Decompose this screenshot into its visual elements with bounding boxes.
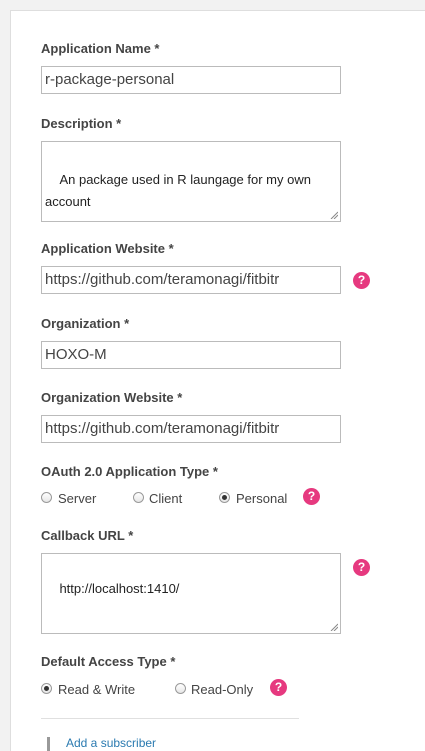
cut-off-heading: _ _ _ _ _ _ _ _: [121, 5, 205, 13]
description-textarea[interactable]: An package used in R laungage for my own…: [41, 141, 341, 222]
radio-server[interactable]: [41, 492, 52, 503]
description-label: Description *: [41, 116, 121, 131]
required-asterisk: *: [128, 528, 134, 543]
app-name-label: Application Name *: [41, 41, 159, 56]
required-asterisk: *: [124, 316, 130, 331]
org-website-label: Organization Website *: [41, 390, 182, 405]
help-icon[interactable]: ?: [353, 559, 370, 576]
access-type-radio-group: Read & Write Read-Only: [41, 682, 341, 700]
callback-url-label: Callback URL *: [41, 528, 133, 543]
resize-grip-icon[interactable]: [330, 623, 338, 631]
organization-label: Organization *: [41, 316, 129, 331]
app-website-value: https://github.com/teramonagi/fitbitr: [45, 271, 280, 288]
oauth-type-label: OAuth 2.0 Application Type *: [41, 464, 218, 479]
radio-read-only[interactable]: [175, 683, 186, 694]
help-icon[interactable]: ?: [303, 488, 320, 505]
required-asterisk: *: [154, 41, 160, 56]
organization-input[interactable]: HOXO-M: [41, 341, 341, 369]
callback-url-label-text: Callback URL: [41, 528, 125, 543]
access-type-label-text: Default Access Type: [41, 654, 167, 669]
radio-read-write[interactable]: [41, 683, 52, 694]
help-icon[interactable]: ?: [353, 272, 370, 289]
app-website-input[interactable]: https://github.com/teramonagi/fitbitr: [41, 266, 341, 294]
org-website-value: https://github.com/teramonagi/fitbitr: [45, 420, 280, 437]
radio-client[interactable]: [133, 492, 144, 503]
app-name-value: r-package-personal: [45, 71, 175, 88]
organization-value: HOXO-M: [45, 346, 107, 363]
org-website-label-text: Organization Website: [41, 390, 174, 405]
required-asterisk: *: [116, 116, 122, 131]
add-subscriber-link[interactable]: Add a subscriber: [66, 736, 156, 750]
app-website-label-text: Application Website: [41, 241, 165, 256]
help-icon[interactable]: ?: [270, 679, 287, 696]
access-type-label: Default Access Type *: [41, 654, 175, 669]
radio-client-label[interactable]: Client: [149, 491, 182, 506]
radio-read-write-label[interactable]: Read & Write: [58, 682, 135, 697]
callback-url-textarea[interactable]: http://localhost:1410/: [41, 553, 341, 634]
radio-personal-label[interactable]: Personal: [236, 491, 287, 506]
form-panel: _ _ _ _ _ _ _ _ Application Name * r-pac…: [10, 5, 425, 751]
section-divider: [41, 718, 299, 719]
callback-url-value: http://localhost:1410/: [59, 581, 180, 596]
app-name-input[interactable]: r-package-personal: [41, 66, 341, 94]
app-website-label: Application Website *: [41, 241, 174, 256]
required-asterisk: *: [170, 654, 176, 669]
oauth-type-label-text: OAuth 2.0 Application Type: [41, 464, 210, 479]
radio-personal[interactable]: [219, 492, 230, 503]
subscriber-marker: [47, 737, 50, 751]
org-website-input[interactable]: https://github.com/teramonagi/fitbitr: [41, 415, 341, 443]
description-value: An package used in R laungage for my own…: [45, 172, 315, 209]
organization-label-text: Organization: [41, 316, 121, 331]
resize-grip-icon[interactable]: [330, 211, 338, 219]
app-name-label-text: Application Name: [41, 41, 151, 56]
description-label-text: Description: [41, 116, 113, 131]
oauth-type-radio-group: Server Client Personal: [41, 491, 341, 509]
required-asterisk: *: [168, 241, 174, 256]
required-asterisk: *: [212, 464, 218, 479]
required-asterisk: *: [177, 390, 183, 405]
radio-server-label[interactable]: Server: [58, 491, 96, 506]
radio-read-only-label[interactable]: Read-Only: [191, 682, 253, 697]
